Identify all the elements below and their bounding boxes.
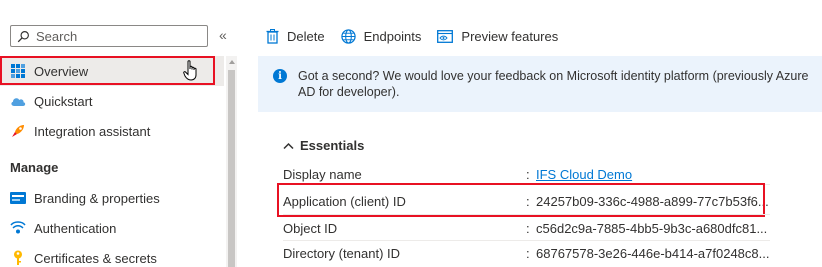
sidebar-item-quickstart[interactable]: Quickstart: [0, 86, 224, 116]
info-icon: i: [273, 69, 287, 83]
sidebar-item-branding-properties[interactable]: Branding & properties: [0, 183, 224, 213]
sidebar-item-label: Branding & properties: [34, 190, 160, 206]
directory-id-value[interactable]: 68767578-3e26-446e-b414-a7f0248c8...: [536, 246, 769, 261]
command-bar: Delete Endpoints Preview features: [266, 26, 574, 46]
property-colon: :: [526, 221, 530, 236]
preview-features-label: Preview features: [461, 28, 559, 44]
property-colon: :: [526, 246, 530, 261]
property-colon: :: [526, 167, 530, 182]
delete-button[interactable]: Delete: [266, 28, 325, 44]
sidebar-item-label: Certificates & secrets: [34, 250, 157, 266]
divider: [283, 214, 543, 215]
property-label: Directory (tenant) ID: [283, 246, 401, 261]
search-input[interactable]: [36, 28, 196, 44]
manage-section-header: Manage: [10, 160, 59, 175]
endpoints-button[interactable]: Endpoints: [340, 28, 422, 44]
sidebar: « Overview Quickstart Integration assist…: [0, 0, 240, 267]
sidebar-item-integration-assistant[interactable]: Integration assistant: [0, 116, 224, 146]
scrollbar-thumb[interactable]: [228, 70, 235, 267]
cloud-icon: [10, 93, 26, 109]
application-id-highlight-box: [277, 183, 765, 217]
delete-label: Delete: [287, 28, 325, 44]
feedback-banner: i Got a second? We would love your feedb…: [258, 56, 822, 112]
authentication-icon: [10, 220, 26, 236]
essentials-toggle[interactable]: Essentials: [283, 138, 364, 153]
divider: [283, 240, 543, 241]
sidebar-item-label: Quickstart: [34, 93, 93, 109]
rocket-icon: [10, 123, 26, 139]
trash-icon: [266, 28, 279, 44]
branding-icon: [10, 190, 26, 206]
scroll-up-icon[interactable]: [229, 60, 235, 64]
property-label: Display name: [283, 167, 362, 182]
hand-cursor-icon: [183, 60, 197, 81]
preview-features-button[interactable]: Preview features: [437, 29, 558, 44]
sidebar-item-certificates-secrets[interactable]: Certificates & secrets: [0, 243, 224, 267]
property-row-directory-id: Directory (tenant) ID : 68767578-3e26-44…: [283, 246, 803, 264]
essentials-title: Essentials: [300, 138, 365, 153]
property-row-object-id: Object ID : c56d2c9a-7885-4bb5-9b3c-a680…: [283, 221, 803, 239]
search-box[interactable]: [10, 25, 208, 47]
search-icon: [17, 30, 29, 42]
sidebar-item-authentication[interactable]: Authentication: [0, 213, 224, 243]
key-icon: [10, 250, 26, 266]
display-name-link[interactable]: IFS Cloud Demo: [536, 167, 632, 182]
endpoints-label: Endpoints: [363, 28, 422, 44]
divider: [530, 240, 770, 241]
collapse-sidebar-icon[interactable]: «: [219, 27, 227, 43]
feedback-message[interactable]: Got a second? We would love your feedbac…: [298, 68, 818, 100]
sidebar-item-label: Authentication: [34, 220, 117, 236]
chevron-up-icon: [283, 142, 294, 149]
globe-icon: [340, 28, 356, 44]
object-id-value[interactable]: c56d2c9a-7885-4bb5-9b3c-a680dfc81...: [536, 221, 767, 236]
preview-icon: [437, 29, 454, 43]
sidebar-item-label: Integration assistant: [34, 123, 151, 139]
divider: [530, 214, 770, 215]
property-label: Object ID: [283, 221, 338, 236]
